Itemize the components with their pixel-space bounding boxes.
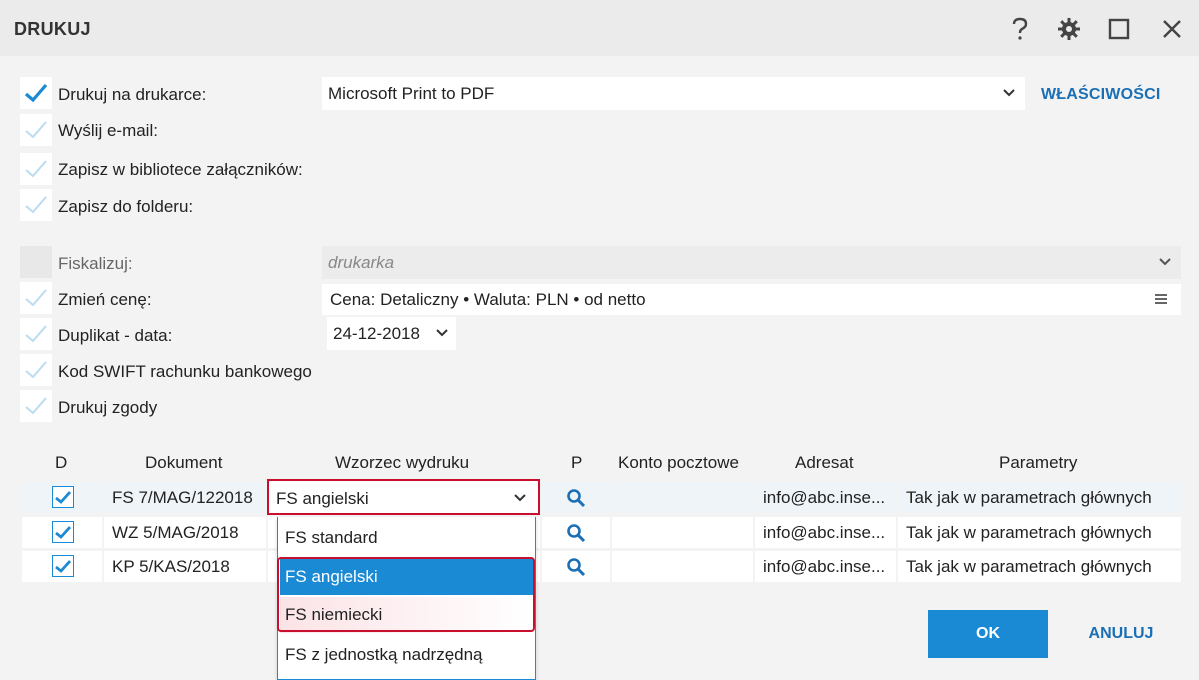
row-parameters[interactable]: Tak jak w parametrach głównych — [898, 517, 1181, 548]
fiscalize-select: drukarka — [322, 246, 1181, 279]
duplicate-date-checkbox[interactable] — [20, 318, 52, 350]
save-library-checkbox[interactable] — [20, 153, 52, 185]
save-library-label: Zapisz w bibliotece załączników: — [58, 160, 303, 179]
row-document[interactable]: KP 5/KAS/2018 — [104, 551, 266, 582]
row-parameters[interactable]: Tak jak w parametrach głównych — [898, 482, 1181, 513]
fiscalize-value: drukarka — [328, 252, 395, 272]
change-price-field[interactable]: Cena: Detaliczny • Waluta: PLN • od nett… — [322, 284, 1181, 315]
duplicate-date-picker[interactable]: 24-12-2018 — [327, 317, 456, 350]
close-icon[interactable] — [1157, 14, 1187, 44]
help-icon[interactable] — [1005, 14, 1035, 44]
swift-checkbox[interactable] — [20, 354, 52, 386]
chevron-down-icon — [1159, 258, 1171, 266]
row-parameters[interactable]: Tak jak w parametrach głównych — [898, 551, 1181, 582]
window-title: DRUKUJ — [14, 19, 91, 39]
col-header-recipient[interactable]: Adresat — [795, 453, 854, 473]
duplicate-date-label: Duplikat - data: — [58, 326, 173, 345]
change-price-label: Zmień cenę: — [58, 290, 152, 309]
row-mail-account[interactable] — [612, 482, 753, 513]
dropdown-option[interactable]: FS z jednostką nadrzędną — [280, 637, 534, 673]
cancel-button[interactable]: ANULUJ — [1072, 610, 1170, 658]
save-folder-label: Zapisz do folderu: — [58, 197, 194, 216]
col-header-parameters[interactable]: Parametry — [999, 453, 1077, 473]
row-preview-cell[interactable] — [542, 482, 610, 513]
chevron-down-icon — [514, 494, 526, 502]
col-header-mail-account[interactable]: Konto pocztowe — [618, 453, 739, 473]
row-checkbox[interactable] — [52, 486, 74, 508]
row-mail-account[interactable] — [612, 517, 753, 548]
print-on-printer-checkbox[interactable] — [20, 77, 52, 109]
print-on-printer-label: Drukuj na drukarce: — [58, 85, 207, 104]
duplicate-date-value: 24-12-2018 — [333, 323, 420, 343]
printer-properties-link[interactable]: WŁAŚCIWOŚCI — [1041, 86, 1161, 104]
fiscalize-checkbox — [20, 246, 52, 278]
row-template-value: FS angielski — [276, 489, 369, 508]
row-document[interactable]: WZ 5/MAG/2018 — [104, 517, 266, 548]
save-folder-checkbox[interactable] — [20, 189, 52, 221]
col-header-p[interactable]: P — [571, 453, 582, 473]
search-icon[interactable] — [566, 523, 586, 543]
change-price-value: Cena: Detaliczny • Waluta: PLN • od nett… — [330, 289, 646, 309]
search-icon[interactable] — [566, 557, 586, 577]
row-preview-cell[interactable] — [542, 517, 610, 548]
highlight-frame — [277, 557, 535, 632]
consents-checkbox[interactable] — [20, 390, 52, 422]
send-email-checkbox[interactable] — [20, 114, 52, 146]
row-recipient[interactable]: info@abc.inse... — [755, 482, 896, 513]
chevron-down-icon — [1003, 89, 1015, 97]
menu-icon[interactable] — [1155, 294, 1167, 304]
printer-select-value: Microsoft Print to PDF — [328, 83, 495, 103]
maximize-icon[interactable] — [1104, 14, 1134, 44]
dropdown-option[interactable]: FS standard — [280, 520, 534, 556]
col-header-d[interactable]: D — [55, 453, 67, 473]
change-price-checkbox[interactable] — [20, 282, 52, 314]
row-template-select[interactable]: FS angielski — [267, 479, 540, 515]
row-checkbox[interactable] — [52, 521, 74, 543]
consents-label: Drukuj zgody — [58, 398, 158, 417]
send-email-label: Wyślij e-mail: — [58, 121, 158, 140]
search-icon[interactable] — [566, 488, 586, 508]
fiscalize-label: Fiskalizuj: — [58, 254, 133, 273]
chevron-down-icon — [436, 329, 448, 337]
ok-button[interactable]: OK — [928, 610, 1048, 658]
swift-label: Kod SWIFT rachunku bankowego — [58, 362, 312, 381]
row-checkbox[interactable] — [52, 555, 74, 577]
row-recipient[interactable]: info@abc.inse... — [755, 551, 896, 582]
col-header-template[interactable]: Wzorzec wydruku — [335, 453, 469, 473]
row-preview-cell[interactable] — [542, 551, 610, 582]
printer-select[interactable]: Microsoft Print to PDF — [322, 77, 1025, 110]
row-recipient[interactable]: info@abc.inse... — [755, 517, 896, 548]
col-header-document[interactable]: Dokument — [145, 453, 222, 473]
gear-icon[interactable] — [1054, 14, 1084, 44]
row-mail-account[interactable] — [612, 551, 753, 582]
row-document[interactable]: FS 7/MAG/122018 — [104, 482, 266, 513]
